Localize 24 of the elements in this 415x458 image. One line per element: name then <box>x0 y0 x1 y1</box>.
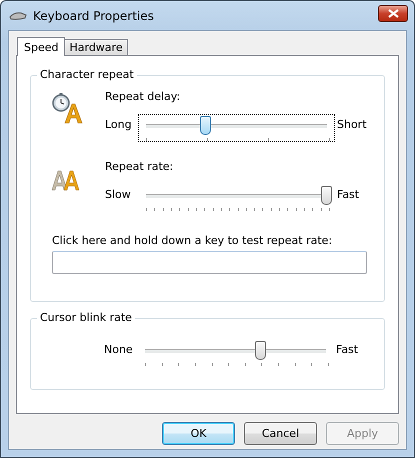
slider-thumb[interactable] <box>321 186 332 205</box>
group-title: Character repeat <box>37 68 137 82</box>
test-label: Click here and hold down a key to test repeat rate: <box>52 234 332 248</box>
setting-label: Repeat rate: <box>105 160 174 174</box>
dialog-button[interactable]: Cancel <box>244 422 317 445</box>
tab[interactable]: Hardware <box>64 39 128 55</box>
slider[interactable] <box>138 114 335 142</box>
test-input-field[interactable] <box>52 251 367 274</box>
window-title: Keyboard Properties <box>33 8 155 22</box>
slider-thumb[interactable] <box>255 341 266 360</box>
keyboard-icon <box>9 10 27 20</box>
min-label: Slow <box>105 188 132 200</box>
min-label: None <box>104 342 134 356</box>
slider-thumb[interactable] <box>200 116 212 135</box>
close-button[interactable] <box>378 5 408 22</box>
close-icon <box>388 9 398 18</box>
min-label: Long <box>105 118 133 130</box>
stopwatch-letter-icon <box>51 92 83 124</box>
max-label: Short <box>337 118 367 130</box>
setting-label: Repeat delay: <box>105 90 180 104</box>
dialog-button[interactable]: OK <box>162 422 235 445</box>
max-label: Fast <box>337 188 360 200</box>
tab[interactable]: Speed <box>17 37 66 56</box>
max-label: Fast <box>336 342 358 356</box>
